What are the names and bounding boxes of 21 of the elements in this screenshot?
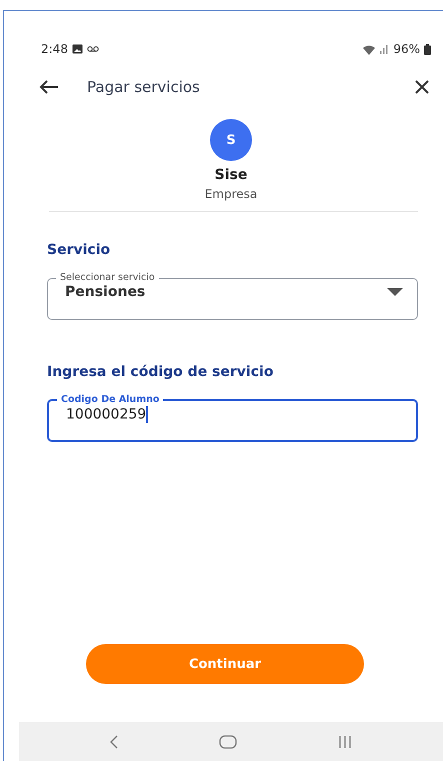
battery-percentage: 96% (393, 42, 420, 56)
status-time: 2:48 (41, 42, 68, 56)
image-icon (72, 44, 83, 54)
section-heading: Servicio (47, 242, 112, 258)
company-name: Sise (214, 167, 248, 183)
back-arrow-icon[interactable] (39, 80, 59, 94)
screen-title: Pagar servicios (87, 78, 201, 96)
battery-icon (424, 44, 431, 54)
recent-apps-icon[interactable] (338, 736, 352, 748)
wifi-icon (362, 44, 376, 54)
signal-icon (380, 44, 390, 54)
voicemail-icon (86, 46, 99, 52)
student-code-field[interactable]: Codigo De Alumno 100000259 (47, 394, 418, 442)
home-icon[interactable] (218, 734, 237, 748)
company-type: Empresa (204, 187, 258, 201)
section-heading: Ingresa el código de servicio (47, 364, 274, 380)
company-avatar: S (210, 119, 252, 161)
service-dropdown[interactable]: Seleccionar servicio Pensiones (47, 272, 418, 320)
back-icon[interactable] (110, 734, 118, 748)
dropdown-arrow-icon (387, 288, 403, 296)
close-icon[interactable] (415, 80, 429, 94)
